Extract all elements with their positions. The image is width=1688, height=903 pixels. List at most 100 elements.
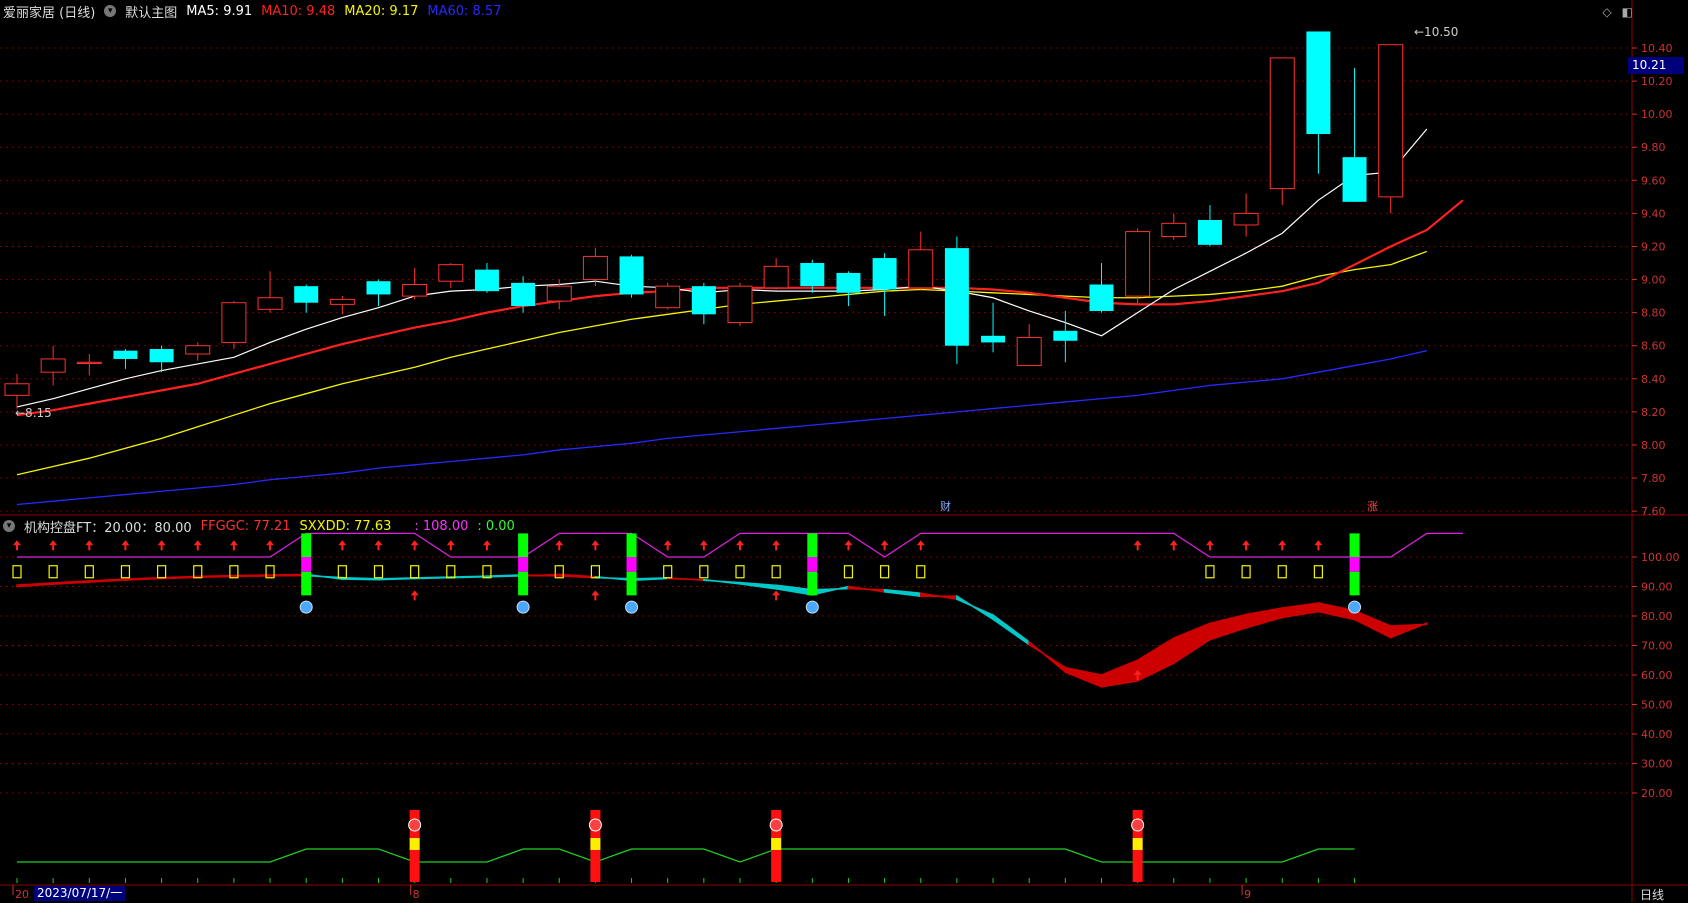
ffggc-ribbon-segment: [1209, 613, 1247, 641]
signal-bar-mid: [626, 557, 637, 572]
price-tick-label: 10.20: [1641, 75, 1673, 88]
candle: [872, 253, 897, 316]
candle-body: [727, 285, 753, 324]
signal-bar-bottom: [1349, 571, 1360, 596]
ffggc-ribbon-segment: [1281, 602, 1320, 619]
buy-arrow-marker: [121, 540, 130, 551]
buy-arrow-marker: [591, 590, 600, 601]
red-ball-marker: [408, 818, 422, 832]
buy-arrow-marker: [193, 540, 202, 551]
chevron-down-icon[interactable]: ▾: [3, 520, 15, 532]
price-tick-label: 9.80: [1641, 141, 1666, 154]
indicator-tick-label: 80.00: [1641, 610, 1673, 623]
candle-body: [1378, 44, 1404, 198]
diamond-icon[interactable]: ◇: [1602, 5, 1611, 19]
window-restore-icon[interactable]: ◧: [1622, 5, 1633, 19]
buy-arrow-marker: [410, 590, 419, 601]
ffggc-ribbon-segment: [88, 578, 127, 583]
candle-body: [113, 350, 138, 359]
ffggc-ribbon-segment: [703, 578, 741, 585]
candle-body: [1306, 31, 1331, 135]
buy-arrow-marker: [1278, 540, 1287, 551]
candle: [1378, 44, 1404, 214]
candle: [763, 258, 789, 290]
ffggc-ribbon-segment: [449, 575, 488, 579]
stock-title[interactable]: 爱丽家居 (日线): [3, 2, 95, 21]
signal-box-marker: [843, 565, 854, 579]
candle: [1161, 213, 1187, 240]
ffggc-ribbon-segment: [558, 573, 597, 579]
indicator-header: ▾ 机构控盘FT：20.00：80.00 FFGGC: 77.21 SXXDD:…: [0, 515, 1633, 537]
signal-box-marker: [1277, 565, 1287, 579]
signal-bar-bottom: [626, 571, 637, 596]
ma20-line: [16, 250, 1428, 476]
period-label[interactable]: 日线: [1640, 886, 1664, 903]
kline-chart[interactable]: 10.40 10.20 10.00 9.80 9.60 9.40 9.20 9.00 8.80 8…: [0, 0, 1688, 902]
month-label: 9: [1244, 888, 1251, 901]
buy-arrow-marker: [844, 540, 853, 551]
buy-arrow-marker: [916, 540, 925, 551]
signal-box-marker: [48, 565, 58, 579]
candle-body: [763, 265, 789, 289]
template-name[interactable]: 默认主图: [125, 2, 177, 21]
ffggc-ribbon-segment: [269, 573, 308, 577]
main-chart-header: 爱丽家居 (日线) ▾ 默认主图 MA5: 9.91 MA10: 9.48 MA…: [0, 0, 1633, 22]
candle: [836, 271, 861, 307]
candle-body: [1125, 231, 1151, 297]
ffggc-ribbon-segment: [1100, 659, 1139, 688]
price-tick-label: 8.40: [1641, 373, 1666, 386]
chevron-down-icon[interactable]: ▾: [104, 5, 117, 17]
buy-arrow-marker: [1205, 540, 1214, 551]
candle: [1089, 263, 1114, 313]
current-price-box: 10.21: [1628, 57, 1684, 74]
signal-box-marker: [879, 565, 890, 579]
low-price-label: ←8.15: [15, 406, 52, 420]
cursor-date-box: 2023/07/17/一: [34, 886, 126, 901]
signal-box-marker: [120, 565, 131, 579]
ffggc-ribbon-segment: [919, 592, 958, 601]
signal-bar-mid: [1349, 557, 1360, 572]
candle-body: [872, 258, 897, 290]
ffggc-ribbon-segment: [16, 582, 54, 588]
candle: [221, 301, 247, 350]
candle-body: [1089, 284, 1114, 311]
ffggc-ribbon-segment: [305, 573, 344, 581]
candle-body: [619, 256, 644, 295]
ffggc-ribbon-segment: [1389, 621, 1428, 639]
buy-arrow-marker: [446, 540, 455, 551]
candle-body: [908, 249, 934, 289]
ffggc-ribbon-segment: [1136, 636, 1175, 683]
ffggc-ribbon-segment: [1064, 666, 1103, 688]
candle-body: [800, 263, 825, 287]
price-tick-label: 9.60: [1641, 174, 1666, 187]
candle-body: [1053, 330, 1078, 341]
price-tick-label: 9.20: [1641, 240, 1666, 253]
month-label: 8: [413, 888, 420, 901]
indicator-name[interactable]: 机构控盘FT：20.00：80.00: [24, 517, 192, 536]
red-ball-marker: [1131, 818, 1145, 832]
buy-arrow-marker: [85, 540, 94, 551]
signal-box-marker: [84, 565, 94, 579]
price-tick-label: 8.20: [1641, 406, 1666, 419]
signal-box-marker: [735, 565, 745, 579]
ffggc-ribbon-segment: [811, 585, 850, 596]
indicator-tick-label: 70.00: [1641, 640, 1673, 653]
sxxdd-label: SXXDD: 77.63: [299, 518, 392, 534]
warning-bar-yellow: [409, 838, 420, 850]
candle-body: [1342, 157, 1367, 202]
candle: [329, 296, 355, 315]
warning-bar-yellow: [1132, 838, 1143, 850]
buy-arrow-marker: [1314, 540, 1323, 551]
candle: [944, 236, 969, 364]
candle: [981, 302, 1006, 353]
chart-tools: ◇ ◧: [1602, 5, 1633, 19]
ffggc-ribbon-segment: [1173, 622, 1211, 665]
candle-body: [546, 285, 572, 302]
blue-ball-marker: [1348, 600, 1362, 614]
candle: [40, 345, 66, 386]
signal-bar-mid: [301, 557, 312, 572]
candle: [691, 282, 716, 325]
candle: [1197, 205, 1222, 247]
ffggc-ribbon-segment: [160, 575, 199, 580]
candle: [402, 267, 428, 300]
